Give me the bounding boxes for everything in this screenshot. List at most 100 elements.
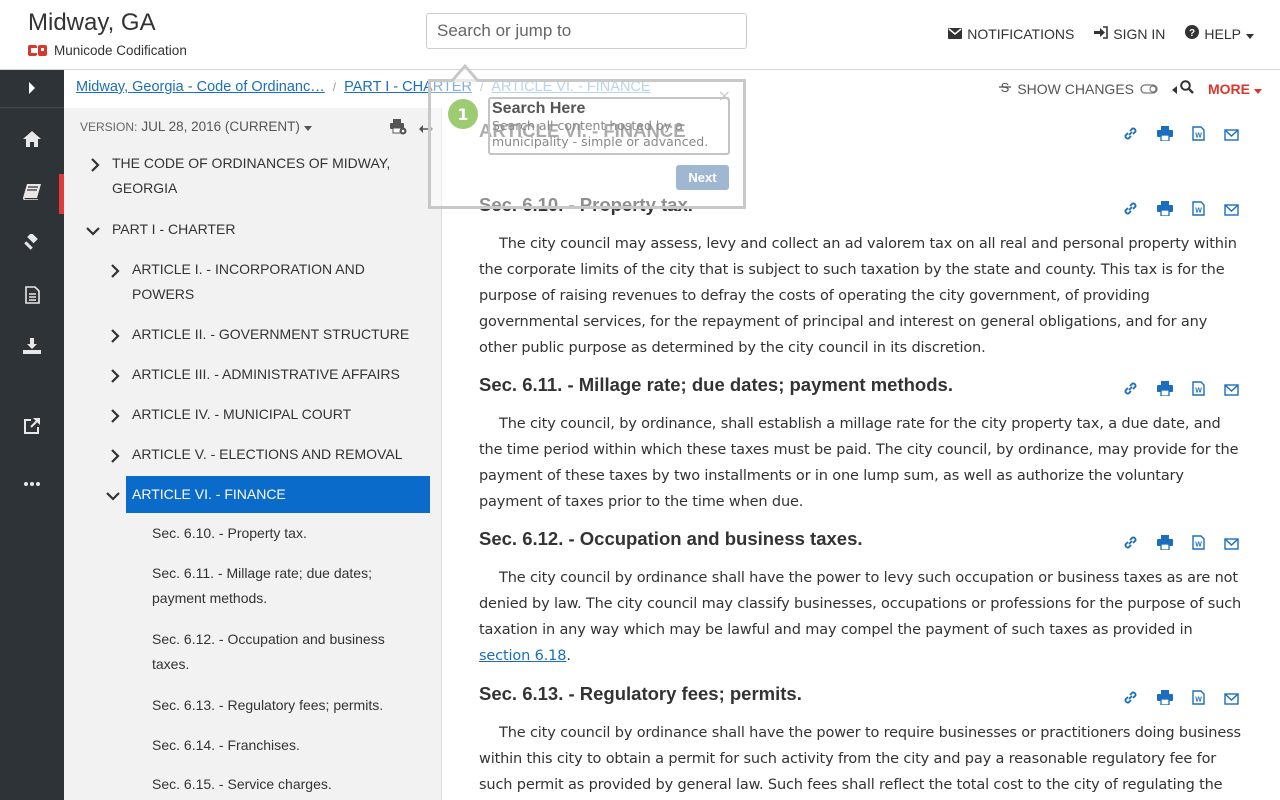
toc-item-part-i-charter[interactable]: PART I - CHARTER [112,217,235,242]
toc-item-label: Sec. 6.12. - Occupation and business [152,631,385,647]
more-options-button[interactable] [0,460,64,500]
word-doc-icon[interactable]: W [1192,535,1205,554]
toc-item-code-of-ordinances[interactable]: THE CODE OF ORDINANCES OF MIDWAY, GEORGI… [112,151,390,201]
help-label: HELP [1204,25,1241,42]
site-title[interactable]: Midway, GA [28,9,156,37]
print-icon[interactable] [1157,690,1173,709]
print-icon[interactable] [1157,535,1173,554]
brand[interactable]: Municode Codification [28,43,187,58]
word-doc-icon[interactable]: W [1192,381,1205,400]
strikethrough-icon: S [999,80,1012,97]
codes-button[interactable] [0,174,64,214]
section-text-6-13: The city council by ordinance shall have… [479,725,1241,793]
svg-text:W: W [1195,697,1202,704]
home-icon [23,131,41,151]
toc-item-sec-6-14[interactable]: Sec. 6.14. - Franchises. [152,733,300,758]
email-icon[interactable] [1224,381,1239,400]
magnifier-icon [1180,80,1194,97]
print-settings-icon[interactable] [390,119,407,139]
external-link-icon [23,417,41,439]
expand-rail-button[interactable] [0,70,64,108]
toc-item-sec-6-11[interactable]: Sec. 6.11. - Millage rate; due dates; pa… [152,561,372,611]
chevron-right-icon[interactable] [108,328,122,343]
tour-text: Search all content hosted by a municipal… [492,118,709,149]
email-icon[interactable] [1224,201,1239,220]
link-icon[interactable] [1123,535,1138,554]
email-icon[interactable] [1224,690,1239,709]
section-text-6-11: The city council, by ordinance, shall es… [479,416,1239,510]
chevron-right-icon[interactable] [88,157,102,172]
word-doc-icon[interactable]: W [1192,201,1205,220]
link-icon[interactable] [1123,126,1138,145]
toc-item-sec-6-12[interactable]: Sec. 6.12. - Occupation and business tax… [152,627,385,677]
section-tools: W [1123,201,1239,220]
svg-text:W: W [1195,208,1202,215]
toc-item-sec-6-10[interactable]: Sec. 6.10. - Property tax. [152,521,307,546]
toc-item-label: POWERS [132,286,195,302]
notifications-link[interactable]: NOTIFICATIONS [948,25,1074,42]
search-within-button[interactable] [1172,80,1194,97]
section-title-6-11: Sec. 6.11. - Millage rate; due dates; pa… [479,374,953,395]
chevron-right-icon [28,79,36,98]
breadcrumb-item-code[interactable]: Midway, Georgia - Code of Ordinanc… [76,79,325,95]
email-icon[interactable] [1224,126,1239,145]
toc-item-sec-6-15[interactable]: Sec. 6.15. - Service charges. [152,772,332,797]
section-tools: W [1123,381,1239,400]
toggle-off-icon [1140,81,1158,97]
print-icon[interactable] [1157,381,1173,400]
document-icon [24,286,40,308]
toc-item-article-iii[interactable]: ARTICLE III. - ADMINISTRATIVE AFFAIRS [132,362,400,387]
chevron-right-icon[interactable] [108,408,122,423]
external-link-button[interactable] [0,408,64,448]
version-selector[interactable]: VERSION: JUL 28, 2016 (CURRENT) [80,119,312,134]
gavel-button[interactable] [0,225,64,265]
tour-content-box: Search Here Search all content hosted by… [488,97,730,155]
sign-in-link[interactable]: SIGN IN [1094,25,1165,42]
book-icon [22,184,41,204]
word-doc-icon[interactable]: W [1192,126,1205,145]
section-6-18-link[interactable]: section 6.18 [479,648,566,664]
svg-text:W: W [1195,542,1202,549]
email-icon[interactable] [1224,535,1239,554]
link-icon[interactable] [1123,201,1138,220]
toc-item-label: GEORGIA [112,180,178,196]
chevron-right-icon[interactable] [108,368,122,383]
section-text-6-12: The city council by ordinance shall have… [479,565,1247,669]
sign-in-label: SIGN IN [1113,25,1166,42]
toc-item-article-i[interactable]: ARTICLE I. - INCORPORATION AND POWERS [132,257,365,307]
print-icon[interactable] [1157,126,1173,145]
toc-item-article-vi[interactable]: ARTICLE VI. - FINANCE [132,482,286,507]
toc-item-label: payment methods. [152,590,268,606]
show-changes-toggle[interactable]: S SHOW CHANGES [999,80,1158,97]
word-doc-icon[interactable]: W [1192,690,1205,709]
documents-button[interactable] [0,277,64,317]
toc-item-article-ii[interactable]: ARTICLE II. - GOVERNMENT STRUCTURE [132,322,409,347]
chevron-right-icon[interactable] [108,263,122,278]
toc-item-sec-6-13[interactable]: Sec. 6.13. - Regulatory fees; permits. [152,693,383,718]
more-menu[interactable]: MORE [1208,81,1262,97]
toc-item-article-v[interactable]: ARTICLE V. - ELECTIONS AND REMOVAL [132,442,402,467]
help-menu[interactable]: ? HELP [1185,25,1254,42]
chevron-down-icon[interactable] [106,488,120,502]
link-icon[interactable] [1123,690,1138,709]
download-button[interactable] [0,328,64,368]
svg-text:W: W [1195,388,1202,395]
header: Midway, GA Municode Codification NOTIFIC… [0,0,1280,70]
notifications-label: NOTIFICATIONS [967,25,1075,42]
question-circle-icon: ? [1185,25,1200,42]
toc-panel: VERSION: JUL 28, 2016 (CURRENT) THE CODE… [64,108,442,800]
content-pane: ARTICLE VI. - FINANCE W Sec. 6.10. - Pro… [443,108,1280,800]
link-icon[interactable] [1123,381,1138,400]
home-button[interactable] [0,121,64,161]
section-text: The city council by ordinance shall have… [479,570,1242,638]
chevron-right-icon[interactable] [108,448,122,463]
toc-item-label: Sec. 6.11. - Millage rate; due dates; [152,565,372,581]
toc-item-article-iv[interactable]: ARTICLE IV. - MUNICIPAL COURT [132,402,351,427]
breadcrumb-separator: / [332,80,337,94]
tour-next-button[interactable]: Next [676,165,729,190]
search-input[interactable] [426,13,747,49]
chevron-down-icon[interactable] [86,223,100,237]
print-icon[interactable] [1157,201,1173,220]
section-text: . [566,648,571,664]
version-label: VERSION: [80,119,138,134]
